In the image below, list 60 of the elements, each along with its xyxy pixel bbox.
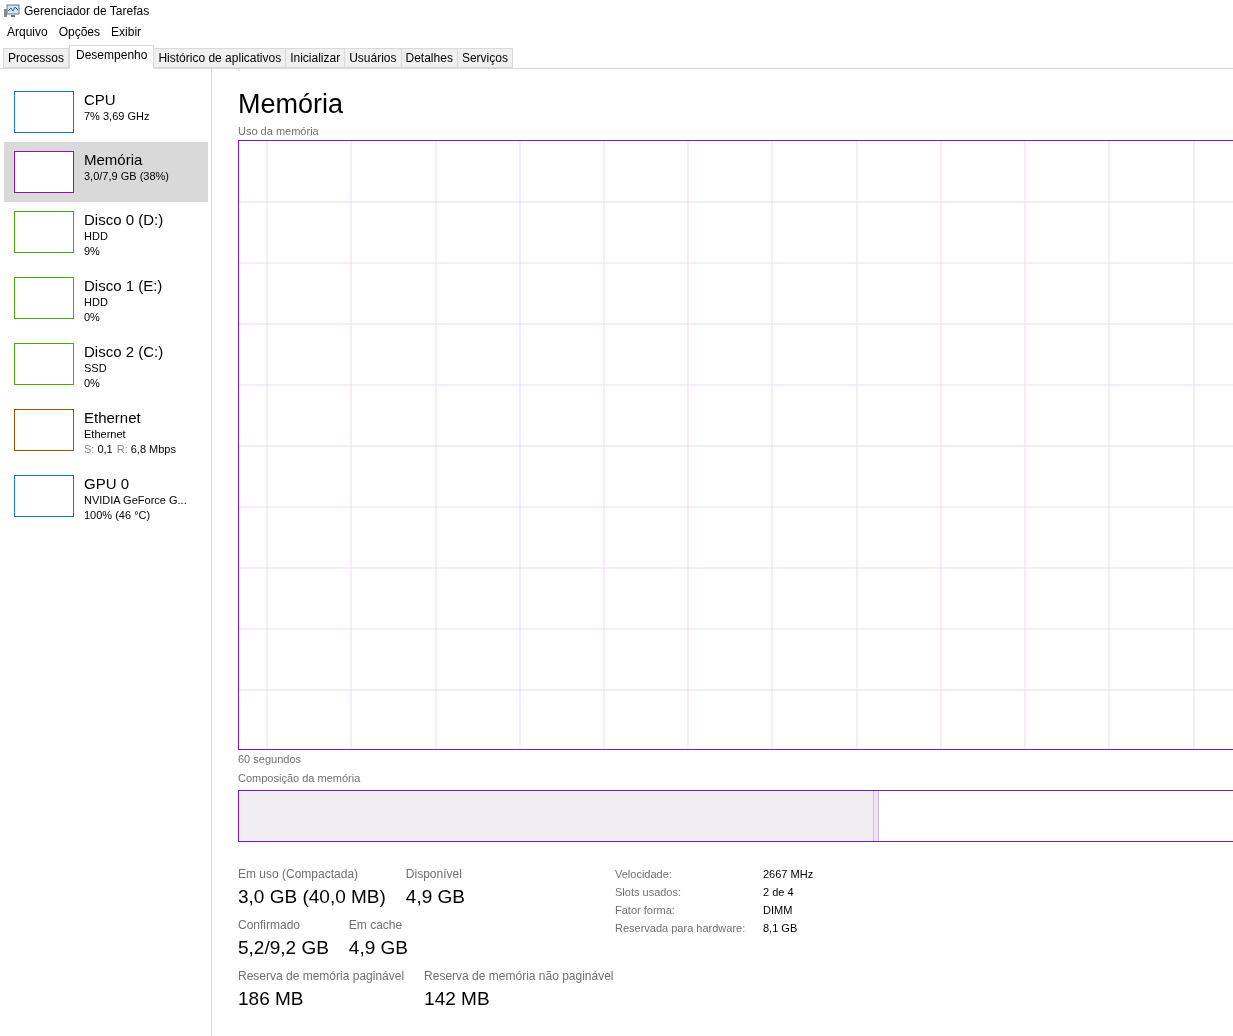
tab[interactable]: Histórico de aplicativos <box>154 48 287 68</box>
device-detail: 100% (46 °C) <box>84 508 152 523</box>
detail-value: 2 de 4 <box>763 885 795 900</box>
stat-label: Disponível <box>405 867 463 882</box>
stat-value: 4,9 GB <box>348 936 408 960</box>
menu-item[interactable]: Arquivo <box>4 23 51 41</box>
stat-label: Em uso (Compactada) <box>238 867 360 882</box>
tab[interactable]: Processos <box>3 48 70 68</box>
device-detail: 0% <box>84 376 101 391</box>
stat-value: 142 MB <box>424 987 491 1011</box>
detail-value: 2667 MHz <box>763 867 814 882</box>
stat-value: 4,9 GB <box>405 885 465 909</box>
device-detail: 9% <box>84 244 101 259</box>
device-name: Memória <box>84 151 144 169</box>
tab[interactable]: Usuários <box>345 48 402 68</box>
detail-label: Fator forma: <box>615 903 676 918</box>
tab[interactable]: Desempenho <box>69 45 155 69</box>
detail-label: Slots usados: <box>615 885 683 900</box>
stat-value: 5,2/9,2 GB <box>238 936 329 960</box>
rate-label: R: <box>116 442 128 457</box>
rate-value: 6,8 Mbps <box>130 442 176 457</box>
rate-label: S: <box>84 442 95 457</box>
device-name: CPU <box>84 91 117 109</box>
stat-label: Em cache <box>348 918 404 933</box>
device-detail: NVIDIA GeForce G... <box>84 493 187 508</box>
tab[interactable]: Inicializar <box>286 48 346 68</box>
menu-item[interactable]: Exibir <box>108 23 145 41</box>
menu-item[interactable]: Opções <box>55 23 104 41</box>
stat-label: Confirmado <box>238 918 302 933</box>
device-name: GPU 0 <box>84 475 130 493</box>
page-title: Memória <box>238 88 345 121</box>
detail-value: 8,1 GB <box>763 921 799 936</box>
sidebar-item[interactable]: Memória 3,0/7,9 GB (38%) <box>4 142 208 202</box>
tab[interactable]: Serviços <box>457 48 513 68</box>
tab[interactable]: Detalhes <box>401 48 458 68</box>
device-detail: SSD <box>84 361 108 376</box>
window-title: Gerenciador de Tarefas <box>24 3 150 20</box>
device-detail: 7% 3,69 GHz <box>84 109 150 124</box>
device-detail: 0% <box>84 310 101 325</box>
detail-label: Reservada para hardware: <box>615 921 747 936</box>
device-name: Disco 2 (C:) <box>84 343 164 361</box>
device-name: Disco 1 (E:) <box>84 277 163 295</box>
stat-value: 186 MB <box>238 987 305 1011</box>
monitor-app-icon <box>4 4 20 18</box>
stat-value: 3,0 GB (40,0 MB) <box>238 885 386 909</box>
device-name: Disco 0 (D:) <box>84 211 164 229</box>
time-label: 60 segundos <box>238 753 302 766</box>
device-detail: HDD <box>84 229 109 244</box>
device-detail: Ethernet <box>84 427 127 442</box>
graph-label: Uso da memória <box>238 125 320 138</box>
detail-value: DIMM <box>763 903 794 918</box>
device-detail: HDD <box>84 295 109 310</box>
detail-label: Velocidade: <box>615 867 673 882</box>
device-detail: 3,0/7,9 GB (38%) <box>84 169 169 184</box>
device-name: Ethernet <box>84 409 142 427</box>
modified-fill <box>874 791 880 841</box>
stat-label: Reserva de memória paginável <box>238 969 405 984</box>
rate-value: 0,1 <box>97 442 113 457</box>
stat-label: Reserva de memória não paginável <box>424 969 614 984</box>
composition-label: Composição da memória <box>238 772 362 785</box>
